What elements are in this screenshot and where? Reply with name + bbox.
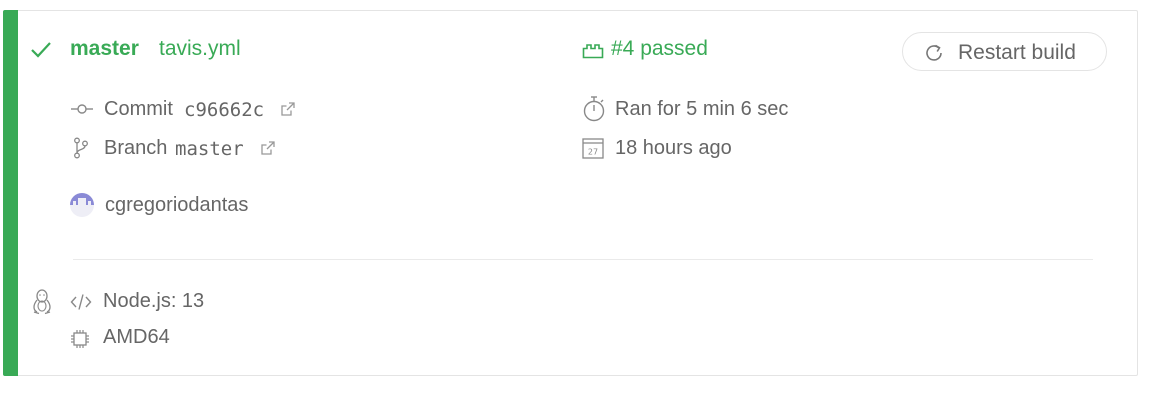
job-language: Node.js: 13 [103, 290, 205, 312]
divider [73, 259, 1093, 260]
author-name-link[interactable]: cgregoriodantas [105, 194, 248, 217]
build-status-link[interactable]: #4 passed [611, 37, 708, 61]
commit-label: Commit [104, 98, 173, 120]
status-bar-passed [3, 10, 18, 376]
config-file-link[interactable]: tavis.yml [159, 37, 241, 61]
check-icon [30, 41, 52, 59]
branch-name-link[interactable]: master [70, 37, 139, 61]
build-duration: Ran for 5 min 6 sec [615, 98, 789, 120]
code-icon [70, 293, 92, 311]
job-arch: AMD64 [103, 326, 170, 348]
cpu-chip-icon [70, 329, 90, 349]
build-card: master tavis.yml #4 passed Restart build… [3, 10, 1138, 376]
restart-build-button[interactable]: Restart build [902, 32, 1107, 71]
branch-name-value-link[interactable]: master [175, 138, 244, 160]
branch-icon [73, 137, 89, 159]
commit-sha-link[interactable]: c96662c [184, 99, 264, 121]
calendar-day: 27 [588, 148, 598, 157]
branch-label: Branch [104, 137, 168, 159]
build-number-icon [582, 43, 604, 59]
external-link-icon[interactable] [261, 141, 275, 160]
calendar-icon: 27 [582, 137, 604, 159]
avatar [70, 193, 94, 217]
restart-icon [923, 42, 945, 64]
build-time-ago: 18 hours ago [615, 137, 732, 159]
external-link-icon[interactable] [281, 102, 295, 121]
commit-icon [70, 102, 94, 116]
stopwatch-icon [582, 95, 606, 123]
linux-tux-icon [31, 289, 53, 315]
restart-build-label: Restart build [958, 41, 1076, 64]
